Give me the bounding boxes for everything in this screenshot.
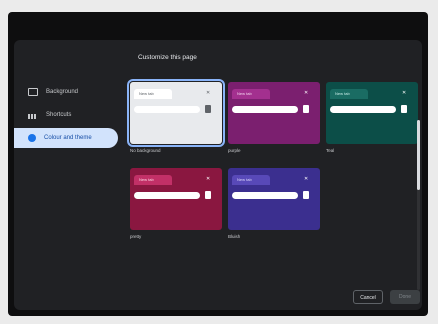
- scrollbar[interactable]: [417, 120, 420, 290]
- close-icon: ✕: [206, 90, 211, 96]
- tab-preview: New tab: [134, 89, 172, 99]
- tab-preview: New tab: [134, 175, 172, 185]
- tab-preview: New tab: [232, 89, 270, 99]
- sidebar-item-shortcuts[interactable]: Shortcuts: [14, 105, 126, 125]
- sidebar: Background Shortcuts Colour and theme: [14, 80, 126, 151]
- omnibox-preview: [232, 106, 298, 113]
- customize-dialog: Customize this page Background Shortcuts…: [14, 40, 422, 310]
- close-icon: ✕: [304, 176, 309, 182]
- page-icon: [205, 105, 211, 113]
- theme-tile[interactable]: New tab ✕ pretty: [130, 168, 222, 239]
- page-icon: [303, 191, 309, 199]
- theme-name: Teal: [326, 148, 335, 153]
- dialog-title: Customize this page: [138, 54, 197, 61]
- theme-thumbnail: New tab ✕: [326, 82, 418, 144]
- sidebar-item-label: Shortcuts: [46, 112, 72, 118]
- sidebar-item-label: Background: [46, 89, 79, 95]
- tab-preview: New tab: [330, 89, 368, 99]
- done-button[interactable]: Done: [390, 290, 420, 304]
- theme-name: pretty: [130, 234, 142, 239]
- shortcuts-icon: [28, 111, 38, 119]
- theme-tile[interactable]: New tab ✕ purple: [228, 82, 320, 153]
- page-icon: [401, 105, 407, 113]
- scrollbar-thumb[interactable]: [417, 120, 420, 190]
- theme-thumbnail: New tab ✕: [228, 168, 320, 230]
- theme-thumbnail: New tab ✕: [127, 79, 225, 147]
- theme-tile[interactable]: New tab ✕ Teal: [326, 82, 418, 153]
- omnibox-preview: [232, 192, 298, 199]
- close-icon: ✕: [206, 176, 211, 182]
- sidebar-item-colour-and-theme[interactable]: Colour and theme: [14, 128, 118, 148]
- theme-thumbnail: New tab ✕: [228, 82, 320, 144]
- close-icon: ✕: [402, 90, 407, 96]
- theme-tile[interactable]: New tab ✕ No background: [127, 79, 225, 153]
- theme-name: No background: [130, 148, 161, 153]
- sidebar-item-label: Colour and theme: [44, 135, 92, 141]
- tab-preview: New tab: [232, 175, 270, 185]
- close-icon: ✕: [304, 90, 309, 96]
- background-icon: [28, 88, 38, 96]
- page-icon: [303, 105, 309, 113]
- cancel-button[interactable]: Cancel: [353, 290, 383, 304]
- theme-name: purple: [228, 148, 241, 153]
- omnibox-preview: [134, 192, 200, 199]
- sidebar-item-background[interactable]: Background: [14, 82, 126, 102]
- theme-name: Bluish: [228, 234, 241, 239]
- theme-tile[interactable]: New tab ✕ Bluish: [228, 168, 320, 239]
- theme-thumbnail: New tab ✕: [130, 168, 222, 230]
- page-icon: [205, 191, 211, 199]
- omnibox-preview: [330, 106, 396, 113]
- palette-icon: [28, 134, 36, 142]
- omnibox-preview: [134, 106, 200, 113]
